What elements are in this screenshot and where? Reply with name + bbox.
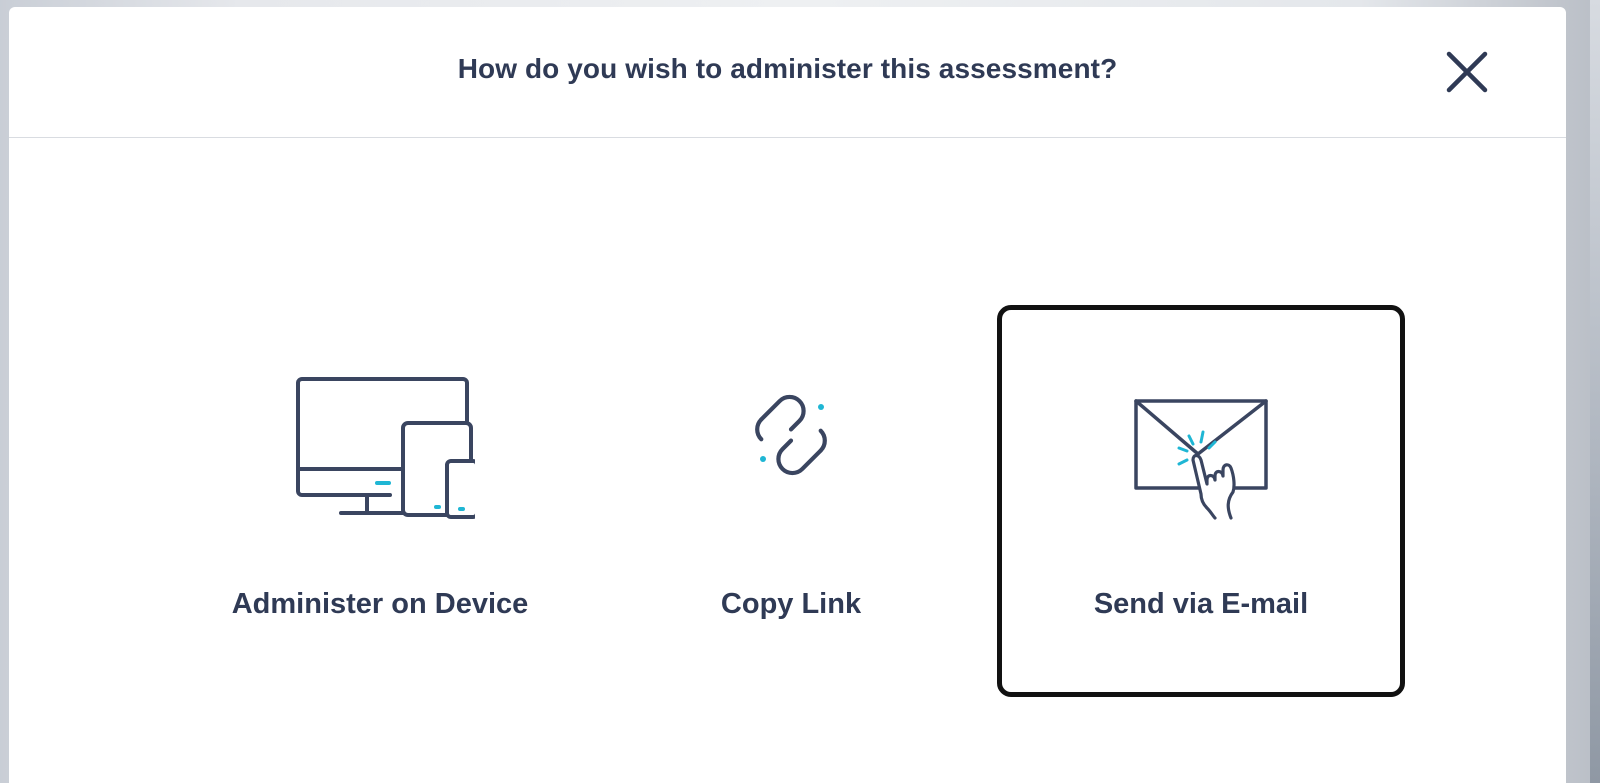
options-list: Administer on Device Copy Link Send via … bbox=[9, 7, 1566, 783]
administer-dialog: How do you wish to administer this asses… bbox=[9, 7, 1566, 783]
link-icon bbox=[755, 394, 827, 476]
backdrop-edge bbox=[1590, 0, 1600, 783]
email-icon bbox=[1134, 399, 1268, 520]
option-administer-on-device[interactable]: Administer on Device bbox=[176, 305, 584, 697]
option-label: Administer on Device bbox=[231, 588, 529, 620]
option-send-via-email[interactable]: Send via E-mail bbox=[997, 305, 1405, 697]
option-copy-link[interactable]: Copy Link bbox=[587, 305, 995, 697]
devices-icon bbox=[296, 377, 475, 519]
option-label: Copy Link bbox=[720, 588, 862, 620]
option-label: Send via E-mail bbox=[1093, 588, 1309, 620]
